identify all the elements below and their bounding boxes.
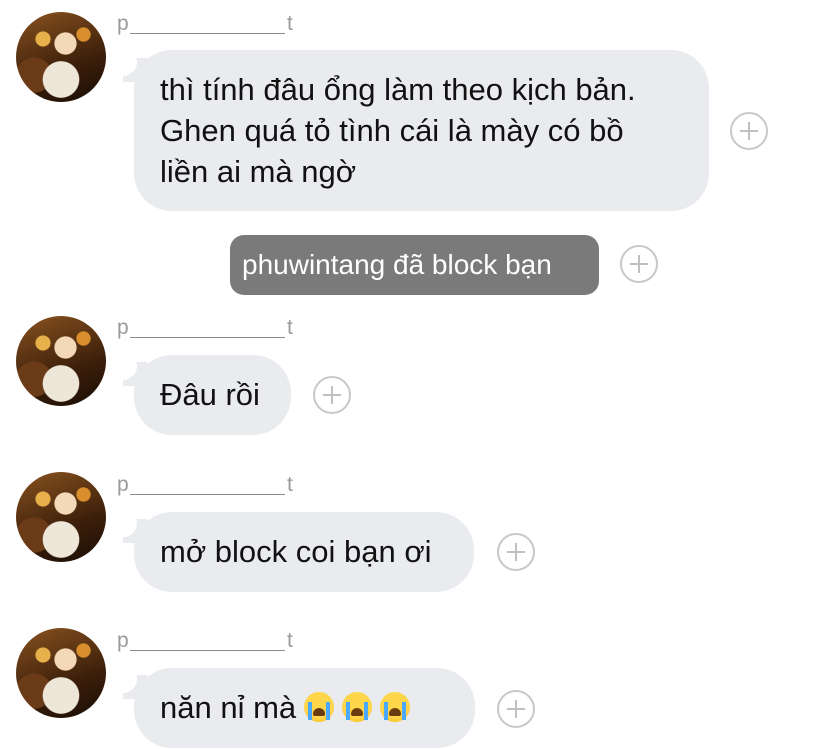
message-bubble[interactable]: mở block coi bạn ơi: [134, 512, 474, 592]
message-text: Đâu rồi: [160, 377, 260, 412]
loudly-crying-face-icon: [342, 692, 373, 722]
loudly-crying-face-icon: [304, 692, 335, 722]
message-text: mở block coi bạn ơi: [160, 534, 432, 569]
message-text: Ghen quá tỏ tình cái là mày có bồ: [160, 113, 624, 148]
react-plus-icon[interactable]: [497, 690, 535, 728]
react-plus-icon[interactable]: [620, 245, 658, 283]
message-bubble[interactable]: Đâu rồi: [134, 355, 291, 435]
react-plus-icon[interactable]: [730, 112, 768, 150]
block-notice: phuwintang đã block bạn: [230, 235, 599, 295]
message-text: năn nỉ mà: [160, 690, 297, 725]
message-text: thì tính đâu ổng làm theo kịch bản.: [160, 72, 636, 107]
loudly-crying-face-icon: [380, 692, 411, 722]
message-bubble[interactable]: thì tính đâu ổng làm theo kịch bản. Ghen…: [134, 50, 709, 211]
avatar[interactable]: [16, 472, 106, 562]
message-bubble[interactable]: năn nỉ mà: [134, 668, 475, 748]
avatar[interactable]: [16, 316, 106, 406]
avatar[interactable]: [16, 628, 106, 718]
react-plus-icon[interactable]: [497, 533, 535, 571]
react-plus-icon[interactable]: [313, 376, 351, 414]
message-text: liền ai mà ngờ: [160, 154, 357, 189]
avatar[interactable]: [16, 12, 106, 102]
